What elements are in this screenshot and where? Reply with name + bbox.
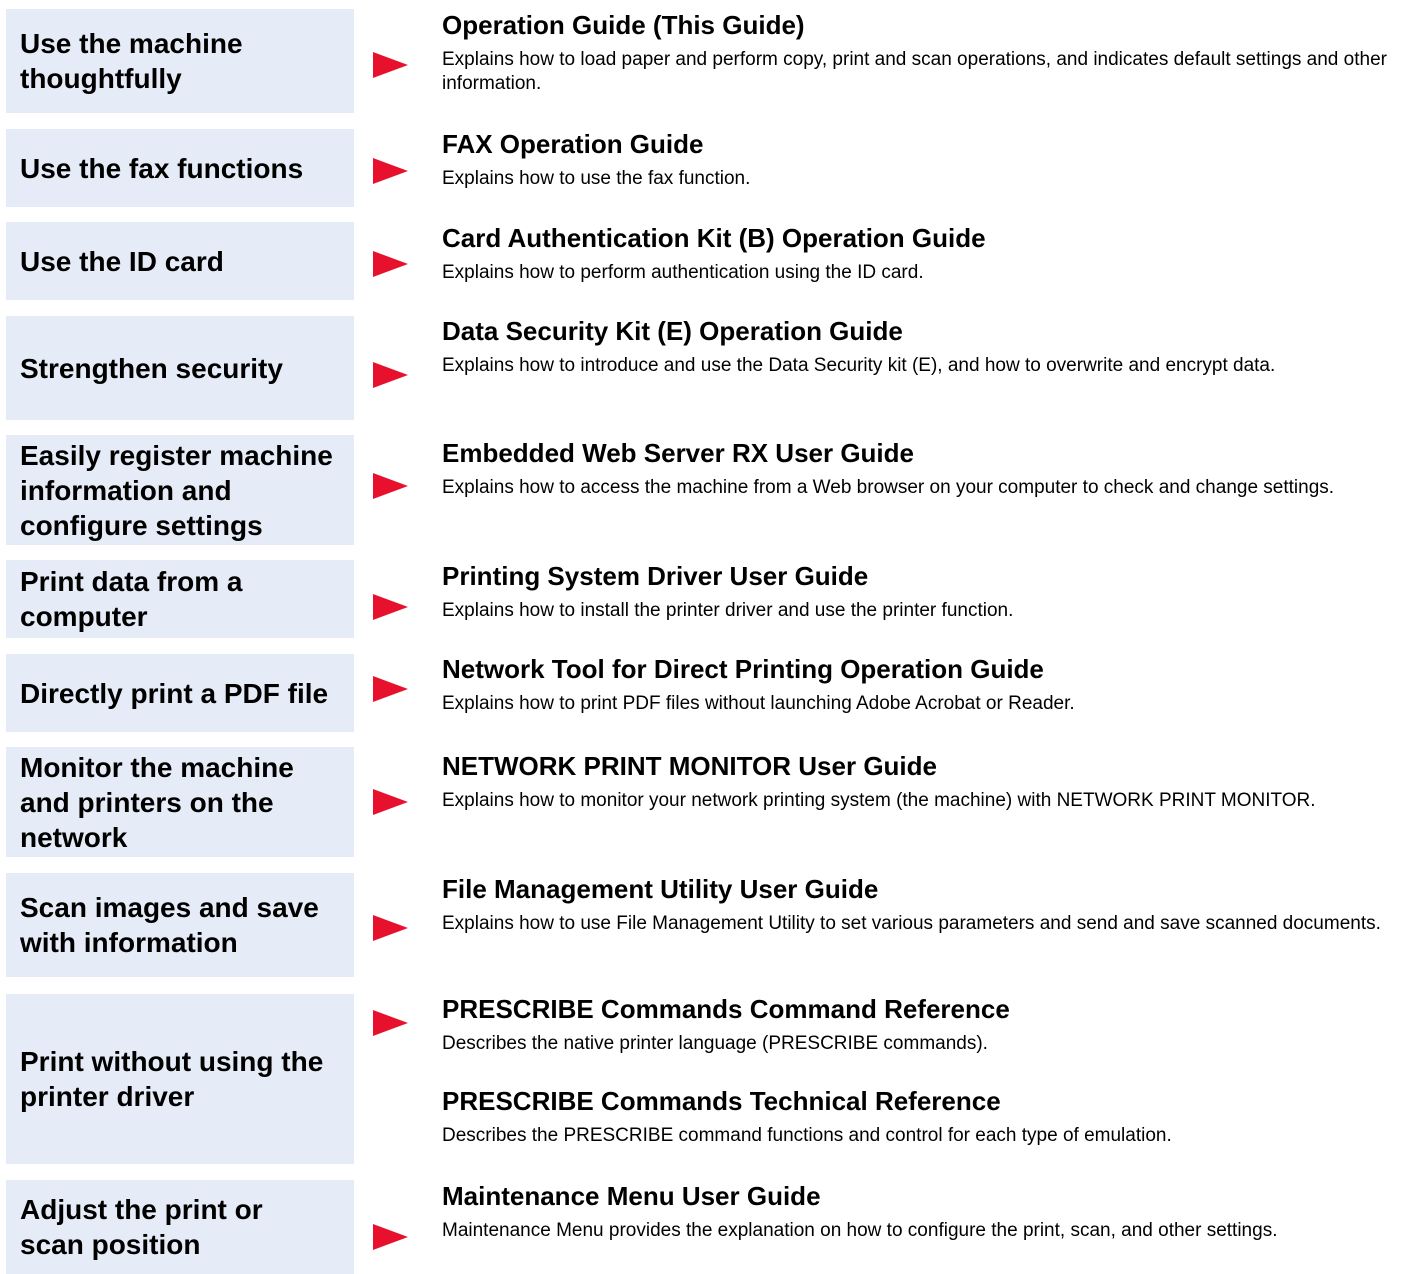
guide-title: Network Tool for Direct Printing Operati… bbox=[442, 654, 1044, 684]
guide-entry: Embedded Web Server RX User Guide Explai… bbox=[442, 438, 1402, 500]
arrow-right-icon bbox=[373, 1224, 408, 1250]
guide-description: Explains how to access the machine from … bbox=[442, 477, 1335, 498]
guide-title: Card Authentication Kit (B) Operation Gu… bbox=[442, 223, 986, 253]
arrow-right-icon bbox=[373, 594, 408, 620]
task-box: Use the ID card bbox=[6, 222, 354, 300]
guide-title: Embedded Web Server RX User Guide bbox=[442, 438, 914, 468]
guide-entry: Data Security Kit (E) Operation Guide Ex… bbox=[442, 316, 1402, 378]
guide-description: Describes the PRESCRIBE command function… bbox=[442, 1125, 1172, 1146]
guide-description: Maintenance Menu provides the explanatio… bbox=[442, 1220, 1278, 1241]
task-box: Print without using the printer driver bbox=[6, 994, 354, 1164]
guide-entry: File Management Utility User Guide Expla… bbox=[442, 874, 1402, 936]
task-label: Use the fax functions bbox=[20, 152, 304, 184]
arrow-right-icon bbox=[373, 915, 408, 941]
guide-title: Data Security Kit (E) Operation Guide bbox=[442, 316, 903, 346]
arrow-right-icon bbox=[373, 789, 408, 815]
guide-title: File Management Utility User Guide bbox=[442, 874, 879, 904]
task-box: Strengthen security bbox=[6, 316, 354, 420]
arrow-right-icon bbox=[373, 676, 408, 702]
guide-title: PRESCRIBE Commands Command Reference bbox=[442, 994, 1010, 1024]
task-label: Strengthen security bbox=[20, 352, 283, 384]
guide-description: Explains how to perform authentication u… bbox=[442, 262, 924, 283]
arrow-right-icon bbox=[373, 362, 408, 388]
task-box: Use the machine thoughtfully bbox=[6, 9, 354, 113]
task-box: Directly print a PDF file bbox=[6, 654, 354, 732]
guide-description: Explains how to use the fax function. bbox=[442, 168, 751, 189]
guide-title: Maintenance Menu User Guide bbox=[442, 1181, 821, 1211]
guide-entry: Network Tool for Direct Printing Operati… bbox=[442, 654, 1402, 716]
guide-description: Describes the native printer language (P… bbox=[442, 1033, 988, 1054]
guide-title: NETWORK PRINT MONITOR User Guide bbox=[442, 751, 937, 781]
guide-entry: PRESCRIBE Commands Technical Reference D… bbox=[442, 1086, 1402, 1148]
arrow-right-icon bbox=[373, 158, 408, 184]
guide-entry: Maintenance Menu User Guide Maintenance … bbox=[442, 1181, 1402, 1243]
guide-description: Explains how to introduce and use the Da… bbox=[442, 355, 1276, 376]
task-label: Use the ID card bbox=[20, 245, 224, 277]
task-box: Scan images and save with information bbox=[6, 873, 354, 977]
arrow-right-icon bbox=[373, 52, 408, 78]
guide-entry: Printing System Driver User Guide Explai… bbox=[442, 561, 1402, 623]
task-box: Monitor the machine and printers on the … bbox=[6, 747, 354, 857]
task-label: Use the machine thoughtfully bbox=[20, 28, 243, 94]
arrow-right-icon bbox=[373, 251, 408, 277]
guide-entry: Card Authentication Kit (B) Operation Gu… bbox=[442, 223, 1402, 285]
guide-entry: PRESCRIBE Commands Command Reference Des… bbox=[442, 994, 1402, 1056]
guide-title: Printing System Driver User Guide bbox=[442, 561, 869, 591]
guide-description: Explains how to use File Management Util… bbox=[442, 913, 1381, 934]
task-label: Print data from a computer bbox=[20, 566, 243, 632]
task-box: Use the fax functions bbox=[6, 129, 354, 207]
guide-entry: Operation Guide (This Guide) Explains ho… bbox=[442, 10, 1402, 96]
guide-entry: NETWORK PRINT MONITOR User Guide Explain… bbox=[442, 751, 1402, 813]
guide-title: FAX Operation Guide bbox=[442, 129, 704, 159]
arrow-right-icon bbox=[373, 1010, 408, 1036]
task-label: Adjust the print or scan position bbox=[20, 1194, 263, 1260]
guide-title: Operation Guide (This Guide) bbox=[442, 10, 805, 40]
task-label: Print without using the printer driver bbox=[20, 1046, 324, 1112]
guide-description: Explains how to install the printer driv… bbox=[442, 600, 1014, 621]
task-label: Scan images and save with information bbox=[20, 892, 319, 958]
arrow-right-icon bbox=[373, 473, 408, 499]
guide-description: Explains how to monitor your network pri… bbox=[442, 790, 1316, 811]
guide-title: PRESCRIBE Commands Technical Reference bbox=[442, 1086, 1001, 1116]
guide-entry: FAX Operation Guide Explains how to use … bbox=[442, 129, 1402, 191]
task-box: Print data from a computer bbox=[6, 560, 354, 638]
task-label: Monitor the machine and printers on the … bbox=[20, 751, 294, 853]
task-box: Easily register machine information and … bbox=[6, 435, 354, 545]
guide-description: Explains how to print PDF files without … bbox=[442, 693, 1075, 714]
task-label: Directly print a PDF file bbox=[20, 677, 329, 709]
task-box: Adjust the print or scan position bbox=[6, 1180, 354, 1274]
task-label: Easily register machine information and … bbox=[20, 439, 333, 541]
guide-description: Explains how to load paper and perform c… bbox=[442, 49, 1387, 94]
